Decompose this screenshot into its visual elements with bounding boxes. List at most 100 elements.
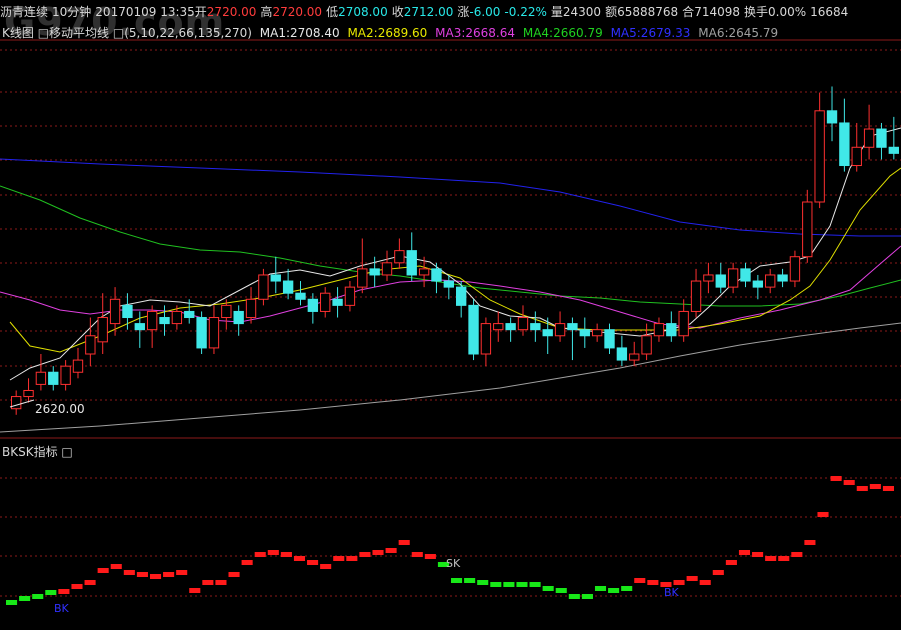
bksk-bar (398, 540, 410, 545)
bksk-bar (529, 582, 541, 587)
candle-body (381, 262, 393, 276)
sk-signal-label: SK (446, 557, 461, 570)
candle-body (851, 146, 862, 167)
candle-body (567, 323, 578, 331)
sub-gridlines (0, 477, 901, 597)
bksk-bar (869, 484, 881, 489)
candle-body (653, 323, 665, 337)
main-gridlines (0, 49, 901, 401)
bksk-bar (830, 476, 842, 481)
candle-body (85, 335, 96, 355)
bksk-bar (621, 586, 633, 591)
candle-body (406, 250, 417, 276)
bksk-bar (725, 560, 737, 565)
candle-body (270, 274, 281, 282)
bksk-bar (163, 572, 175, 577)
candle-body (184, 310, 195, 319)
candle-body (394, 250, 405, 264)
bksk-bar (608, 588, 620, 593)
candle-body (35, 371, 47, 385)
bksk-bar (712, 570, 724, 575)
candle-body (233, 310, 244, 325)
candle-body (208, 317, 220, 349)
bksk-bar (464, 578, 476, 583)
bksk-bar (307, 560, 319, 565)
bksk-bar (280, 552, 292, 557)
bksk-bar (346, 556, 358, 561)
candle-body (826, 110, 838, 124)
bksk-bar (686, 576, 698, 581)
bksk-bar (411, 552, 423, 557)
candle-body (282, 280, 294, 294)
candle-body (703, 274, 714, 282)
candle-body (542, 329, 553, 337)
candle-body (715, 274, 726, 288)
candle-body (752, 280, 764, 288)
bksk-bar (123, 570, 135, 575)
candle-body (727, 268, 739, 288)
candle-body (134, 323, 145, 331)
candle-body (789, 256, 801, 282)
bksk-bar (791, 552, 803, 557)
candle-body (530, 323, 541, 331)
bksk-bar (19, 596, 31, 601)
bksk-bar (6, 600, 18, 605)
candle-body (418, 268, 430, 276)
candle-body (320, 292, 331, 312)
candle-body (171, 310, 183, 325)
candle-body (245, 298, 257, 319)
bksk-bar (594, 586, 607, 591)
bksk-bar (856, 486, 868, 491)
bksk-bar (817, 512, 829, 517)
candle-body (344, 286, 356, 306)
candle-body (258, 274, 269, 300)
bksk-bar (451, 578, 463, 583)
bksk-bar (765, 556, 777, 561)
price-chart[interactable]: 2620.00 BK SK BK (0, 0, 901, 630)
bksk-bar (477, 580, 489, 585)
candle-body (690, 280, 702, 312)
candle-body (554, 323, 566, 337)
bksk-bar (58, 589, 70, 594)
candle-body (196, 317, 207, 349)
bksk-bar (97, 568, 109, 573)
candle-body (641, 335, 652, 355)
bksk-bar (84, 580, 96, 585)
candle-body (863, 128, 875, 148)
bksk-bar (215, 580, 227, 585)
bksk-bar (189, 588, 201, 593)
bksk-bar (320, 564, 332, 569)
bksk-bar (581, 594, 593, 599)
candle-body (814, 110, 825, 203)
bksk-bars (6, 476, 894, 605)
candle-body (109, 298, 121, 325)
bksk-bar (516, 582, 528, 587)
candle-body (146, 310, 158, 331)
candle-body (591, 329, 603, 337)
bk-signal-label-1: BK (54, 602, 70, 615)
bksk-bar (176, 570, 188, 575)
ma4-line (0, 185, 901, 307)
bksk-bar (778, 556, 790, 561)
bksk-bar (359, 552, 371, 557)
bksk-bar (673, 580, 685, 585)
bksk-bar (490, 582, 502, 587)
bksk-bar (568, 594, 580, 599)
bksk-bar (542, 586, 554, 591)
candle-body (443, 280, 454, 288)
candle-body (629, 353, 640, 361)
bksk-bar (424, 554, 436, 559)
candle-body (777, 274, 788, 282)
bksk-bar (254, 552, 266, 557)
candle-body (122, 304, 133, 319)
bksk-bar (843, 480, 855, 485)
candle-body (48, 371, 59, 385)
candle-body (307, 298, 319, 312)
candle-body (493, 323, 504, 331)
candle-body (332, 298, 343, 306)
bksk-bar (385, 548, 397, 553)
candle-body (23, 389, 34, 398)
candle-body (579, 329, 590, 337)
candle-body (678, 310, 689, 337)
candle-body (888, 146, 900, 154)
